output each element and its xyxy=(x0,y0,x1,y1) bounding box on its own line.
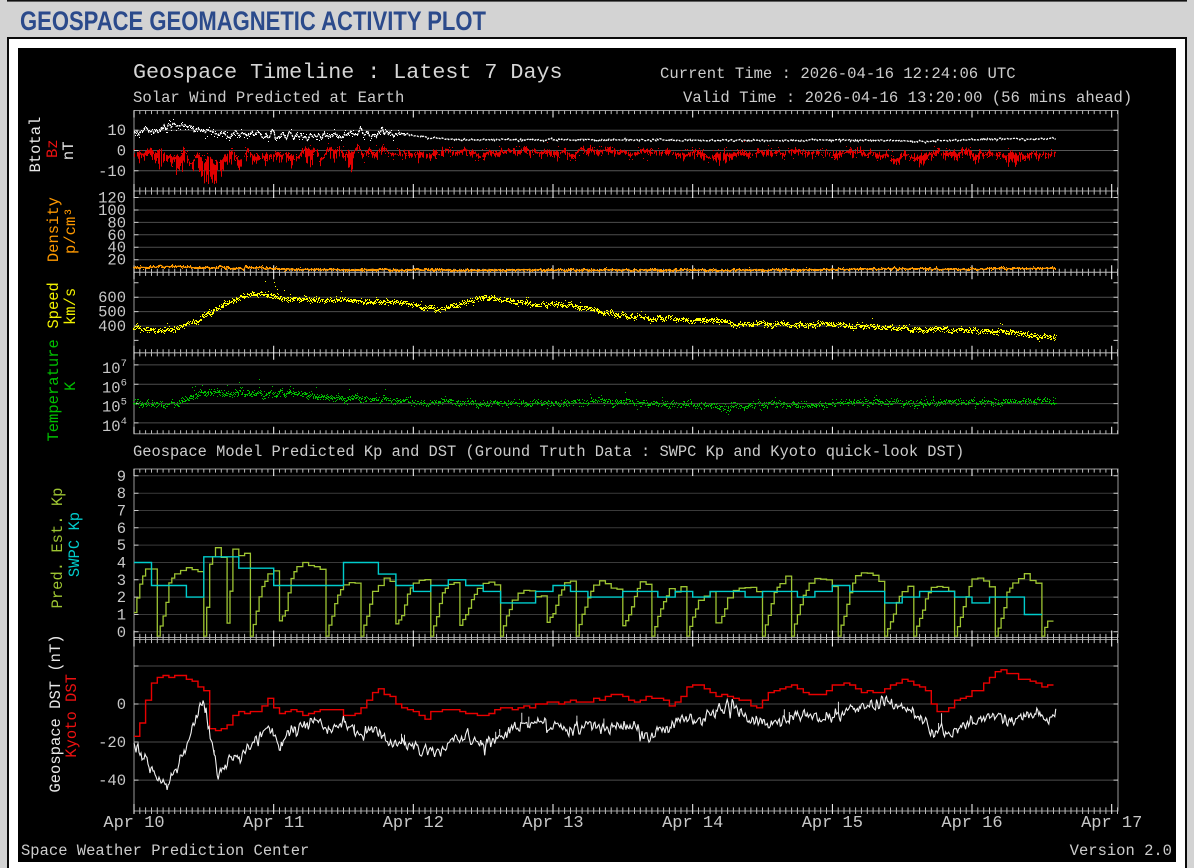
svg-text:4: 4 xyxy=(117,555,126,573)
svg-text:Density: Density xyxy=(45,197,63,262)
svg-text:SWPC Kp: SWPC Kp xyxy=(66,512,84,577)
svg-text:-20: -20 xyxy=(98,734,126,752)
svg-text:-40: -40 xyxy=(98,772,126,790)
svg-text:Speed: Speed xyxy=(45,282,63,329)
svg-text:nT: nT xyxy=(60,141,78,160)
svg-text:Temperature: Temperature xyxy=(45,339,63,441)
svg-text:Solar Wind Predicted at Earth: Solar Wind Predicted at Earth xyxy=(133,89,404,107)
svg-text:Apr 11: Apr 11 xyxy=(243,814,304,833)
svg-text:10: 10 xyxy=(107,122,126,140)
svg-text:Version 2.0: Version 2.0 xyxy=(1070,842,1172,860)
svg-text:Apr 15: Apr 15 xyxy=(802,814,863,833)
svg-text:km/s: km/s xyxy=(62,288,80,325)
svg-text:3: 3 xyxy=(117,572,126,590)
svg-text:Apr 16: Apr 16 xyxy=(941,814,1002,833)
svg-text:K: K xyxy=(62,381,80,391)
svg-text:0: 0 xyxy=(117,143,126,161)
svg-text:7: 7 xyxy=(117,503,126,521)
svg-text:Valid Time : 2026-04-16 13:20:: Valid Time : 2026-04-16 13:20:00 (56 min… xyxy=(683,89,1132,107)
svg-text:600: 600 xyxy=(98,289,126,307)
svg-text:9: 9 xyxy=(117,468,126,486)
svg-text:Current Time : 2026-04-16 12:2: Current Time : 2026-04-16 12:24:06 UTC xyxy=(660,65,1016,83)
svg-text:0: 0 xyxy=(117,624,126,642)
svg-text:Geospace Timeline : Latest 7 D: Geospace Timeline : Latest 7 Days xyxy=(133,60,562,85)
svg-text:6: 6 xyxy=(117,520,126,538)
svg-text:Apr 10: Apr 10 xyxy=(103,814,164,833)
svg-text:Apr 17: Apr 17 xyxy=(1081,814,1142,833)
svg-text:Apr 14: Apr 14 xyxy=(662,814,723,833)
svg-text:Apr 12: Apr 12 xyxy=(383,814,444,833)
svg-text:Space Weather Prediction Cente: Space Weather Prediction Center xyxy=(21,842,309,860)
svg-text:Apr 13: Apr 13 xyxy=(522,814,583,833)
svg-text:1: 1 xyxy=(117,607,126,625)
svg-text:Btotal: Btotal xyxy=(27,117,45,173)
svg-text:5: 5 xyxy=(117,537,126,555)
svg-text:2: 2 xyxy=(117,589,126,607)
svg-text:GEOSPACE GEOMAGNETIC ACTIVITY: GEOSPACE GEOMAGNETIC ACTIVITY PLOT xyxy=(20,6,486,36)
svg-text:8: 8 xyxy=(117,485,126,503)
svg-text:120: 120 xyxy=(98,190,126,208)
svg-text:-10: -10 xyxy=(98,163,126,181)
svg-text:Kyoto DST: Kyoto DST xyxy=(63,674,81,758)
svg-text:p/cm³: p/cm³ xyxy=(62,207,80,254)
svg-text:Pred. Est. Kp: Pred. Est. Kp xyxy=(49,488,67,609)
svg-text:Geospace Model Predicted Kp an: Geospace Model Predicted Kp and DST (Gro… xyxy=(133,443,964,461)
svg-text:0: 0 xyxy=(117,696,126,714)
